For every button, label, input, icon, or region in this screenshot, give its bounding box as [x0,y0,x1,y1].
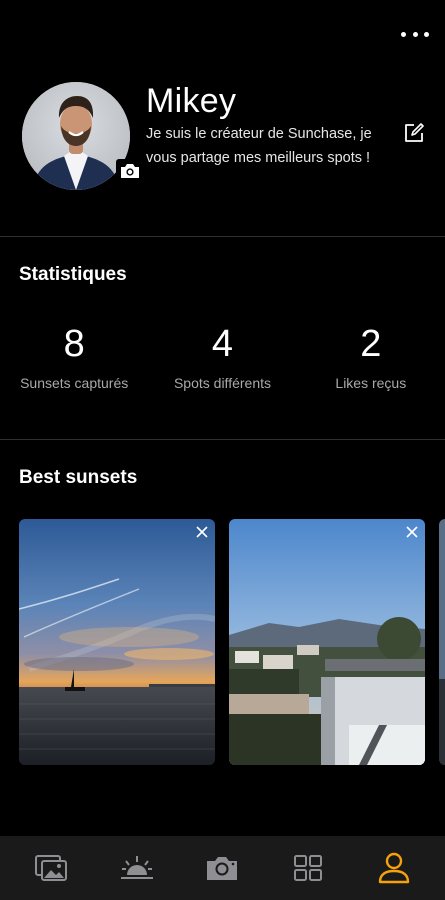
profile-name: Mikey [146,82,237,120]
sunset-photo [439,519,445,765]
more-dot [412,31,418,37]
profile-bio: Je suis le créateur de Sunchase, je vous… [146,126,372,166]
statistics-title: Statistiques [19,264,127,285]
stat-label: Likes reçus [335,375,407,391]
stat-value: 2 [360,323,382,365]
edit-icon [405,123,424,142]
sunset-photo [19,519,215,765]
more-dot [424,31,429,37]
best-sunsets-carousel[interactable] [19,519,445,765]
edit-profile-button[interactable] [403,122,425,144]
statistics-row: 8 Sunsets capturés 4 Spots différents 2 … [0,322,445,402]
sunset-card[interactable] [229,519,425,765]
best-sunsets-title: Best sunsets [19,467,138,488]
stat-label: Spots différents [173,375,271,391]
tab-bar [0,836,445,900]
tab-grid[interactable] [284,848,332,888]
divider [0,236,445,237]
sunset-icon [120,856,153,879]
change-avatar-button[interactable] [116,159,144,183]
more-options-button[interactable] [401,22,429,46]
grid-icon [294,855,323,881]
sunset-card[interactable] [439,519,445,765]
avatar-photo [22,82,130,190]
stat-label: Sunsets capturés [20,375,129,391]
profile-header: Mikey Je suis le créateur de Sunchase, j… [22,82,429,192]
sunset-photo [229,519,425,765]
stat-value: 4 [211,323,234,365]
tab-sunset[interactable] [113,848,161,888]
tab-profile[interactable] [370,848,418,888]
more-horizontal-icon [401,31,406,37]
stat-spots: 4 Spots différents [148,322,296,402]
avatar[interactable] [22,82,130,190]
stat-value: 8 [63,323,85,365]
stat-likes: 2 Likes reçus [297,322,445,402]
tab-photos[interactable] [27,848,75,888]
divider [0,439,445,440]
camera-icon [207,857,238,880]
close-icon[interactable] [195,525,209,539]
close-icon[interactable] [405,525,419,539]
stat-sunsets: 8 Sunsets capturés [0,322,148,402]
tab-camera[interactable] [198,848,246,888]
camera-icon [116,159,144,183]
profile-icon [378,852,410,884]
photos-icon [34,855,67,881]
sunset-card[interactable] [19,519,215,765]
